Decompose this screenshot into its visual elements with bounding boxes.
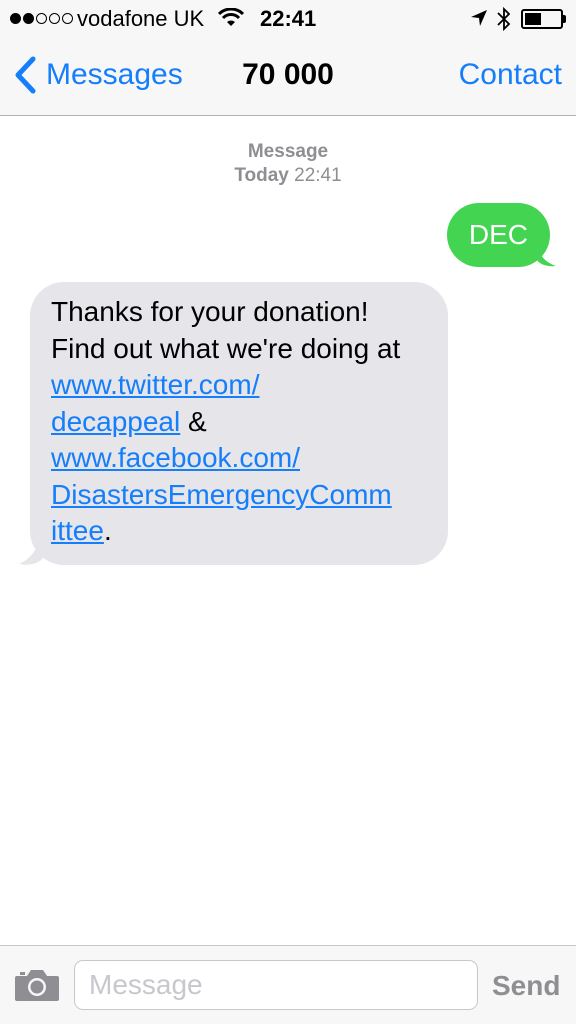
message-text: . [103,515,112,546]
battery-level [525,13,541,25]
status-time: 22:41 [260,6,317,31]
facebook-link-part: ittee [51,515,104,546]
received-message-bubble[interactable]: Thanks for your donation! Find out what … [30,282,448,565]
battery-icon [521,9,563,29]
facebook-link[interactable]: www.facebook.com/DisastersEmergencyComm i… [51,442,392,546]
bluetooth-icon [497,6,511,32]
facebook-link-part: DisastersEmergencyComm [51,478,392,510]
timestamp-time: 22:41 [294,165,342,186]
timestamp-day: Today [234,165,289,186]
location-arrow-icon [471,10,487,26]
carrier-name: vodafone UK [77,6,205,31]
twitter-link-part: decappeal [51,405,181,437]
wifi-icon [218,8,244,26]
send-button[interactable]: Send [492,970,560,1002]
sent-message-bubble[interactable]: DEC [446,203,550,267]
message-text: Thanks for your donation! Find out what … [51,296,401,364]
timestamp-header: Message [247,141,329,162]
signal-dot [62,13,73,24]
signal-dot [10,13,21,24]
sent-bubble-tail [536,240,556,267]
twitter-link-part: www.twitter.com/ [51,369,260,400]
navigation-bar: Messages 70 000 Contact [0,38,576,116]
message-input-bar: Send [0,945,576,1024]
camera-icon[interactable] [14,968,60,1002]
battery-terminal [563,15,566,23]
signal-dot [36,13,47,24]
facebook-link-part: www.facebook.com/ [51,442,300,473]
twitter-link[interactable]: www.twitter.com/decappeal [51,369,259,437]
signal-dot [23,13,34,24]
timestamp-datetime: Today 22:41 [0,164,576,188]
received-bubble-tail [19,532,43,565]
message-timestamp: Message Today 22:41 [0,140,576,188]
message-text: & [188,405,207,437]
signal-strength-icon [10,13,73,24]
message-input[interactable] [74,960,478,1010]
contact-button[interactable]: Contact [459,58,562,92]
signal-dot [49,13,60,24]
status-bar: vodafone UK 22:41 [0,0,576,38]
